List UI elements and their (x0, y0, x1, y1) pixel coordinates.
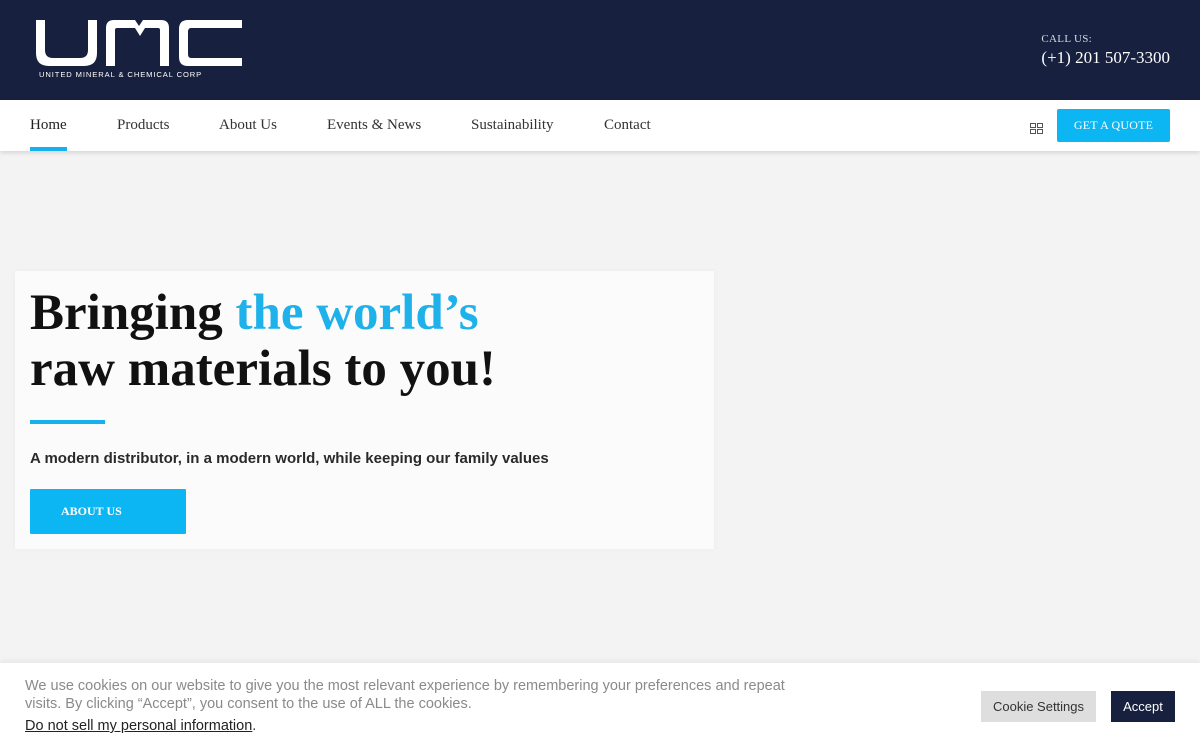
main-nav: Home Products About Us Events & News Sus… (0, 100, 1200, 151)
cookie-message: We use cookies on our website to give yo… (25, 678, 785, 712)
cookie-banner: We use cookies on our website to give yo… (0, 663, 1200, 750)
site-header: UNITED MINERAL & CHEMICAL CORP CALL US: … (0, 0, 1200, 100)
hero-divider (30, 420, 105, 424)
hero-title-part1: Bringing (30, 285, 236, 341)
nav-item-about-us[interactable]: About Us (219, 117, 277, 134)
about-us-button[interactable]: ABOUT US (30, 489, 186, 534)
nav-item-events-news[interactable]: Events & News (327, 117, 421, 134)
call-us-block: CALL US: (+1) 201 507-3300 (1041, 33, 1170, 68)
phone-number[interactable]: (+1) 201 507-3300 (1041, 48, 1170, 68)
umc-logo-mark (36, 20, 242, 66)
hero-card: Bringing the world’s raw materials to yo… (15, 271, 714, 549)
get-a-quote-button[interactable]: GET A QUOTE (1057, 109, 1170, 142)
hero-subtitle: A modern distributor, in a modern world,… (30, 450, 549, 467)
nav-item-home[interactable]: Home (30, 117, 67, 134)
nav-item-contact[interactable]: Contact (604, 117, 651, 134)
cookie-settings-button[interactable]: Cookie Settings (981, 691, 1096, 722)
hero-title-accent: the world’s (235, 285, 479, 341)
do-not-sell-link[interactable]: Do not sell my personal information (25, 718, 252, 734)
nav-item-products[interactable]: Products (117, 117, 170, 134)
call-us-label: CALL US: (1041, 33, 1093, 45)
accept-cookies-button[interactable]: Accept (1111, 691, 1175, 722)
hero-title-line2: raw materials to you! (30, 341, 496, 397)
hero-title: Bringing the world’s raw materials to yo… (30, 285, 496, 397)
nav-item-sustainability[interactable]: Sustainability (471, 117, 554, 134)
umc-logo[interactable]: UNITED MINERAL & CHEMICAL CORP (36, 20, 246, 82)
grid-icon[interactable] (1030, 121, 1043, 134)
logo-subtitle: UNITED MINERAL & CHEMICAL CORP (39, 70, 203, 79)
active-nav-indicator (30, 147, 67, 151)
cookie-link-suffix: . (252, 718, 257, 734)
cookie-optout: Do not sell my personal information. (25, 718, 256, 734)
